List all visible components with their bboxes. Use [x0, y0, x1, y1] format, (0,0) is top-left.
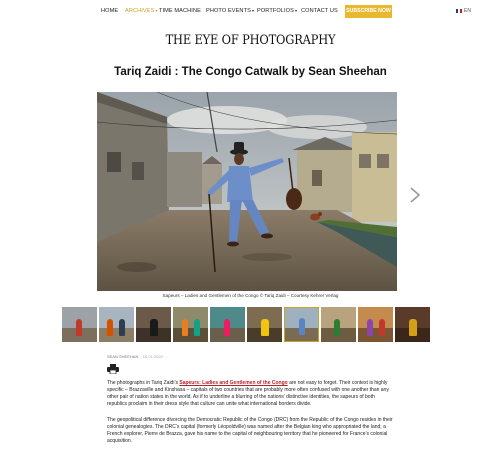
thumb-figure: [119, 319, 125, 336]
subscribe-button[interactable]: SUBSCRIBE NOW: [345, 5, 392, 18]
thumb-figure: [299, 318, 305, 335]
thumbnail[interactable]: [395, 307, 430, 342]
publish-date: · 16.01.2020 · · ·: [140, 354, 171, 359]
next-slide-button[interactable]: [409, 186, 421, 209]
article-title: Tariq Zaidi : The Congo Catwalk by Sean …: [114, 66, 387, 78]
nav-portfolios-label: PORTFOLIOS: [257, 8, 294, 14]
nav-time-machine[interactable]: TIME MACHINE: [159, 8, 201, 14]
thumb-figure: [150, 319, 158, 336]
hero-caption: Sapeurs – Ladies and Gentlemen of the Co…: [162, 293, 339, 298]
thumb-ground: [99, 328, 134, 342]
nav-contact-us[interactable]: CONTACT US: [301, 8, 338, 14]
print-button[interactable]: [107, 361, 119, 375]
nav-photo-events-label: PHOTO EVENTS: [206, 8, 251, 14]
hero-photo-illustration: [97, 92, 397, 291]
chevron-down-icon: ▾: [294, 8, 298, 13]
nav-home[interactable]: HOME: [101, 8, 118, 14]
thumb-figure: [76, 319, 82, 336]
thumbnail[interactable]: [210, 307, 245, 342]
thumb-figure: [261, 319, 269, 336]
book-title-link[interactable]: Sapeurs: Ladies and Gentlemen of the Con…: [179, 380, 287, 386]
article-paragraph: The geopolitical difference divorcing th…: [107, 417, 393, 444]
nav-archives[interactable]: ARCHIVES▾: [125, 8, 158, 14]
article-meta: SEAN SHEEHAN · 16.01.2020 · · ·: [107, 354, 170, 359]
chevron-down-icon: ▾: [251, 8, 255, 13]
language-label: EN: [464, 8, 471, 14]
site-logo[interactable]: THE EYE OF PHOTOGRAPHY: [30, 33, 471, 48]
thumbnail[interactable]: [321, 307, 356, 342]
thumb-figure: [224, 319, 230, 336]
thumbnail[interactable]: [99, 307, 134, 342]
thumbnail[interactable]: [247, 307, 282, 342]
language-switcher[interactable]: EN: [456, 8, 471, 14]
thumbnail[interactable]: [173, 307, 208, 342]
thumb-figure: [409, 319, 417, 336]
thumb-figure: [182, 319, 188, 336]
nav-portfolios[interactable]: PORTFOLIOS▾: [257, 8, 297, 14]
thumb-figure: [107, 319, 113, 336]
hero-photo[interactable]: [97, 92, 397, 291]
thumb-ground: [173, 328, 208, 342]
author-name[interactable]: SEAN SHEEHAN: [107, 354, 138, 359]
thumb-figure: [379, 319, 385, 336]
french-flag-icon: [456, 8, 462, 13]
paragraph-text: The photographs in Tariq Zaidi’s: [107, 380, 180, 386]
article-paragraph: The photographs in Tariq Zaidi’s Sapeurs…: [107, 380, 396, 408]
thumb-figure: [334, 319, 340, 336]
chevron-right-icon: [410, 187, 421, 203]
thumb-figure: [194, 319, 200, 336]
nav-archives-label: ARCHIVES: [125, 8, 155, 14]
thumb-ground: [358, 328, 393, 342]
thumbnail-active[interactable]: [284, 307, 319, 342]
thumb-figure: [367, 319, 373, 336]
chevron-down-icon: ▾: [155, 8, 158, 13]
top-navigation: HOME ARCHIVES▾ TIME MACHINE PHOTO EVENTS…: [0, 5, 501, 19]
thumbnail[interactable]: [358, 307, 393, 342]
thumbnail[interactable]: [62, 307, 97, 342]
thumbnail[interactable]: [136, 307, 171, 342]
printer-icon: [107, 364, 119, 375]
nav-photo-events[interactable]: PHOTO EVENTS▾: [206, 8, 254, 14]
